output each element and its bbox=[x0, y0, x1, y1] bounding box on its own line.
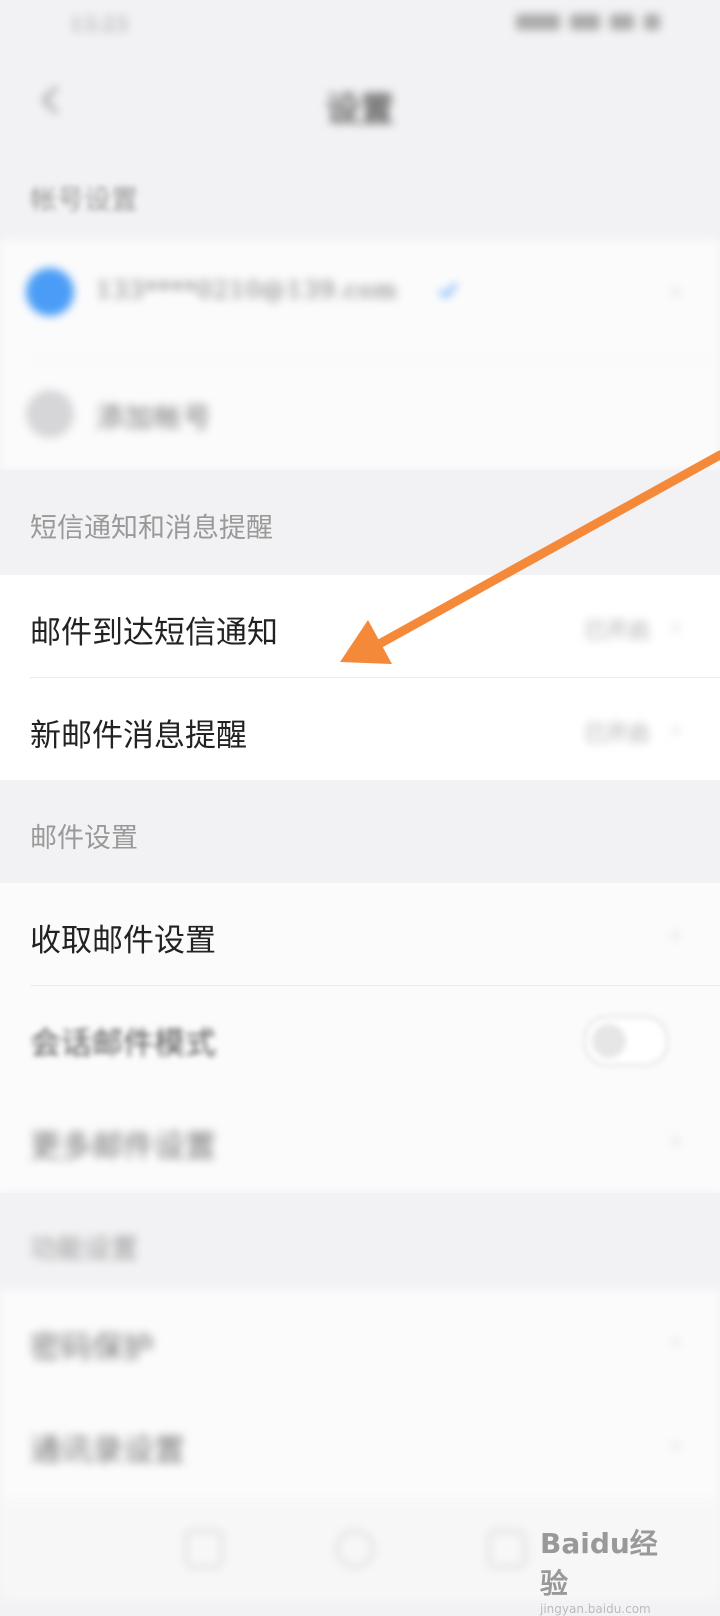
sms-notify-label: 邮件到达短信通知 bbox=[30, 615, 278, 651]
mail-icon[interactable] bbox=[185, 1530, 223, 1568]
more-mail-settings-label: 更多邮件设置 bbox=[30, 1129, 216, 1165]
chevron-right-icon: › bbox=[671, 1129, 680, 1154]
add-account-icon bbox=[26, 390, 74, 438]
section-header-mail: 邮件设置 bbox=[0, 780, 720, 883]
sms-notify-value: 已开启 bbox=[583, 619, 650, 644]
avatar bbox=[26, 268, 74, 316]
watermark: Baidu经验 jingyan.baidu.com bbox=[540, 1522, 680, 1616]
watermark-url: jingyan.baidu.com bbox=[540, 1602, 651, 1616]
add-account-label: 添加帐号 bbox=[96, 401, 213, 434]
notify-group: 邮件到达短信通知 已开启 › 新邮件消息提醒 已开启 › bbox=[0, 575, 720, 780]
wifi-icon bbox=[610, 14, 634, 30]
sms-notify-row[interactable]: 邮件到达短信通知 已开启 › bbox=[0, 575, 720, 678]
chevron-right-icon: › bbox=[671, 1433, 680, 1458]
more-mail-settings-row[interactable]: 更多邮件设置 › bbox=[0, 1089, 720, 1192]
contacts-settings-row[interactable]: 通讯录设置 › bbox=[0, 1393, 720, 1496]
section-header-account: 帐号设置 bbox=[0, 150, 720, 240]
account-row[interactable]: 133****0210@139.com › bbox=[0, 240, 720, 360]
contacts-settings-label: 通讯录设置 bbox=[30, 1433, 185, 1469]
account-group: 133****0210@139.com › 添加帐号 bbox=[0, 240, 720, 470]
account-email: 133****0210@139.com bbox=[96, 276, 398, 304]
section-header-notify: 短信通知和消息提醒 bbox=[0, 470, 720, 575]
receive-mail-settings-label: 收取邮件设置 bbox=[30, 923, 216, 959]
conversation-mode-row[interactable]: 会话邮件模式 bbox=[0, 986, 720, 1089]
conversation-mode-label: 会话邮件模式 bbox=[30, 1026, 216, 1062]
home-icon[interactable] bbox=[336, 1530, 374, 1568]
status-bar: 13:23 bbox=[0, 0, 720, 48]
signal-icon bbox=[570, 14, 600, 30]
new-mail-reminder-value: 已开启 bbox=[583, 722, 650, 747]
watermark-logo: Baidu经验 bbox=[540, 1527, 658, 1600]
chevron-right-icon: › bbox=[671, 615, 680, 640]
new-mail-reminder-label: 新邮件消息提醒 bbox=[30, 718, 247, 754]
chevron-right-icon: › bbox=[671, 1330, 680, 1355]
check-icon bbox=[439, 283, 458, 299]
new-mail-reminder-row[interactable]: 新邮件消息提醒 已开启 › bbox=[0, 678, 720, 781]
settings-icon[interactable] bbox=[488, 1530, 526, 1568]
volume-icon bbox=[644, 14, 660, 30]
divider bbox=[30, 359, 720, 360]
conversation-mode-toggle[interactable] bbox=[584, 1016, 668, 1066]
mail-group: 收取邮件设置 › 会话邮件模式 更多邮件设置 › bbox=[0, 883, 720, 1193]
battery-icon bbox=[516, 14, 560, 30]
status-icons bbox=[516, 14, 660, 30]
add-account-row[interactable]: 添加帐号 bbox=[0, 364, 720, 470]
status-time: 13:23 bbox=[70, 12, 128, 36]
chevron-right-icon: › bbox=[671, 280, 680, 305]
chevron-right-icon: › bbox=[671, 718, 680, 743]
other-group: 密码保护 › 通讯录设置 › bbox=[0, 1290, 720, 1510]
receive-mail-settings-row[interactable]: 收取邮件设置 › bbox=[0, 883, 720, 986]
password-protect-label: 密码保护 bbox=[30, 1330, 154, 1366]
password-protect-row[interactable]: 密码保护 › bbox=[0, 1290, 720, 1393]
chevron-right-icon: › bbox=[671, 923, 680, 948]
section-header-other: 功能设置 bbox=[0, 1193, 720, 1290]
nav-bar: 设置 bbox=[0, 60, 720, 140]
page-title: 设置 bbox=[326, 90, 394, 130]
